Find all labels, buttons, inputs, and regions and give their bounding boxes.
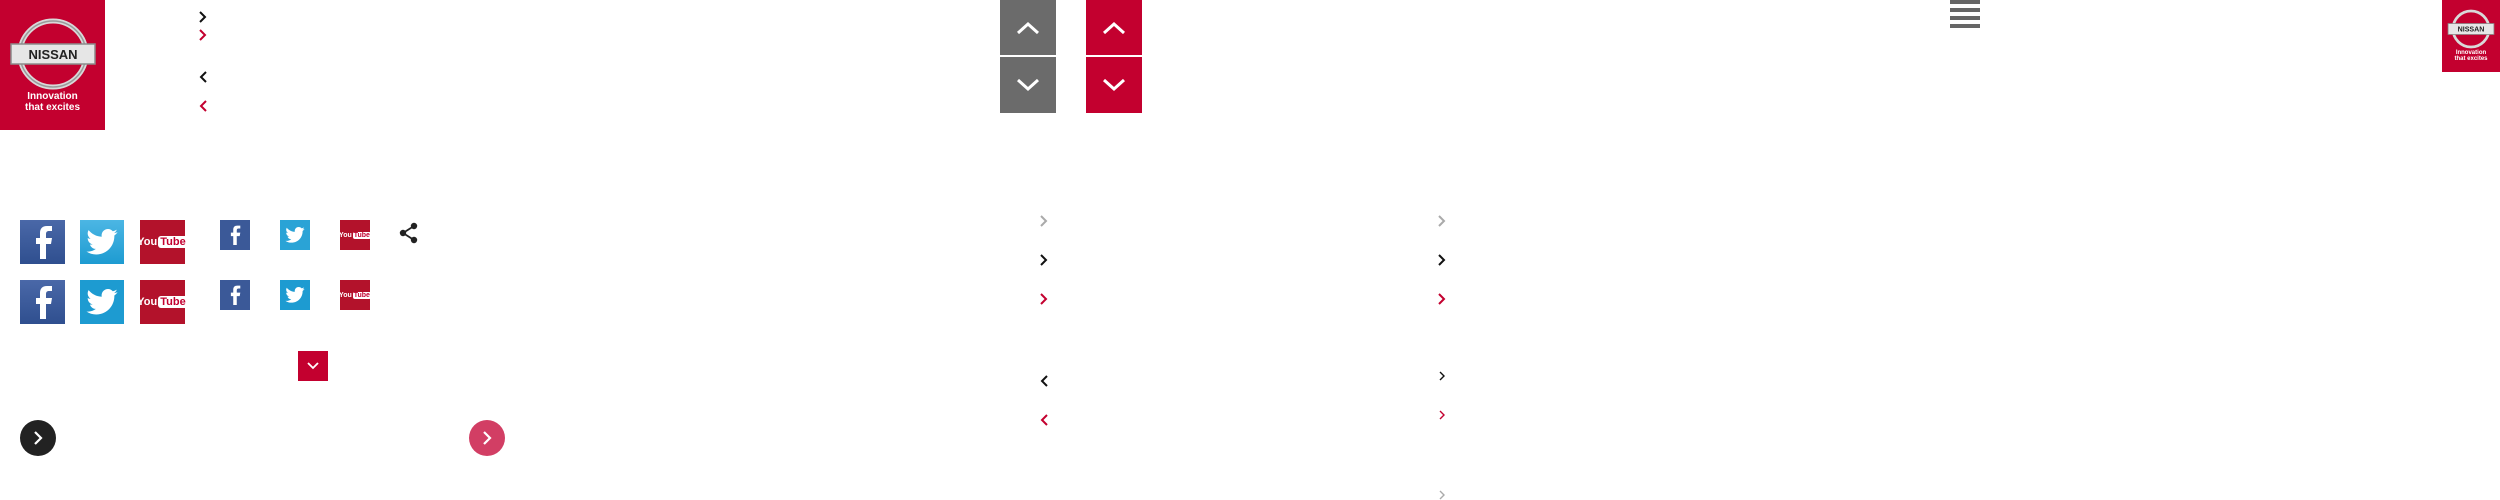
youtube-icon: You Tube xyxy=(339,291,371,299)
nissan-emblem-icon: NISSAN xyxy=(9,18,96,90)
chevron-right-icon xyxy=(34,431,43,445)
chevron-right-icon[interactable] xyxy=(197,28,209,42)
youtube-button-large[interactable]: You Tube xyxy=(137,220,188,264)
twitter-icon xyxy=(86,289,118,315)
facebook-icon xyxy=(230,285,241,305)
chevron-left-icon[interactable] xyxy=(197,99,209,113)
nissan-emblem-icon: NISSAN xyxy=(2447,9,2495,49)
logo-small-wordmark: NISSAN xyxy=(2458,26,2485,34)
logo-wordmark: NISSAN xyxy=(28,47,77,62)
chevron-right-icon[interactable] xyxy=(1436,214,1448,228)
chevron-down-icon xyxy=(1102,78,1126,92)
chevron-up-icon xyxy=(1102,21,1126,34)
twitter-button-small[interactable] xyxy=(280,220,310,250)
chevron-right-icon[interactable] xyxy=(1038,253,1050,267)
chevron-right-icon[interactable] xyxy=(1436,292,1448,306)
youtube-icon: You Tube xyxy=(339,231,371,239)
chevron-up-icon xyxy=(1016,21,1040,34)
nissan-logo[interactable]: NISSAN Innovation that excites xyxy=(0,0,105,130)
share-icon[interactable] xyxy=(399,222,419,244)
chevron-right-icon[interactable] xyxy=(1038,214,1050,228)
twitter-icon xyxy=(285,227,305,243)
youtube-button-small[interactable]: You Tube xyxy=(339,220,371,250)
logo-tagline-line2: that excites xyxy=(24,101,81,113)
nissan-logo-small[interactable]: NISSAN Innovation that excites xyxy=(2442,0,2500,72)
facebook-icon xyxy=(230,225,241,245)
next-button-dark[interactable] xyxy=(20,420,56,456)
chevron-right-icon[interactable] xyxy=(1038,292,1050,306)
youtube-icon: You Tube xyxy=(137,296,188,308)
chevron-right-icon[interactable] xyxy=(1436,253,1448,267)
twitter-icon xyxy=(86,229,118,255)
scroll-up-button-grey[interactable] xyxy=(1000,0,1056,55)
chevron-right-icon[interactable] xyxy=(1438,371,1446,381)
youtube-icon: You Tube xyxy=(137,236,188,248)
next-button-pink[interactable] xyxy=(469,420,505,456)
facebook-icon xyxy=(35,226,52,259)
chevron-down-icon xyxy=(1016,78,1040,92)
chevron-right-icon[interactable] xyxy=(1438,490,1446,500)
chevron-left-icon[interactable] xyxy=(197,70,209,84)
chevron-right-icon[interactable] xyxy=(197,10,209,24)
logo-small-tagline-line2: that excites xyxy=(2454,56,2488,63)
hamburger-menu-icon[interactable] xyxy=(1950,0,1980,28)
facebook-button-large[interactable] xyxy=(20,220,65,264)
twitter-icon xyxy=(285,287,305,303)
youtube-button-large[interactable]: You Tube xyxy=(137,280,188,324)
logo-tagline-line1: Innovation xyxy=(27,91,78,102)
facebook-button-small[interactable] xyxy=(220,220,250,250)
chevron-left-icon[interactable] xyxy=(1038,413,1050,427)
chevron-right-icon xyxy=(483,431,492,445)
chevron-down-icon xyxy=(307,362,319,370)
dropdown-toggle-button[interactable] xyxy=(298,351,328,381)
twitter-button-small[interactable] xyxy=(280,280,310,310)
youtube-button-small[interactable]: You Tube xyxy=(339,280,371,310)
facebook-button-small[interactable] xyxy=(220,280,250,310)
facebook-button-large[interactable] xyxy=(20,280,65,324)
facebook-icon xyxy=(35,286,52,319)
scroll-down-button-grey[interactable] xyxy=(1000,57,1056,113)
twitter-button-large[interactable] xyxy=(80,280,124,324)
chevron-left-icon[interactable] xyxy=(1038,374,1050,388)
chevron-right-icon[interactable] xyxy=(1438,410,1446,420)
twitter-button-large[interactable] xyxy=(80,220,124,264)
scroll-up-button-red[interactable] xyxy=(1086,0,1142,55)
scroll-down-button-red[interactable] xyxy=(1086,57,1142,113)
